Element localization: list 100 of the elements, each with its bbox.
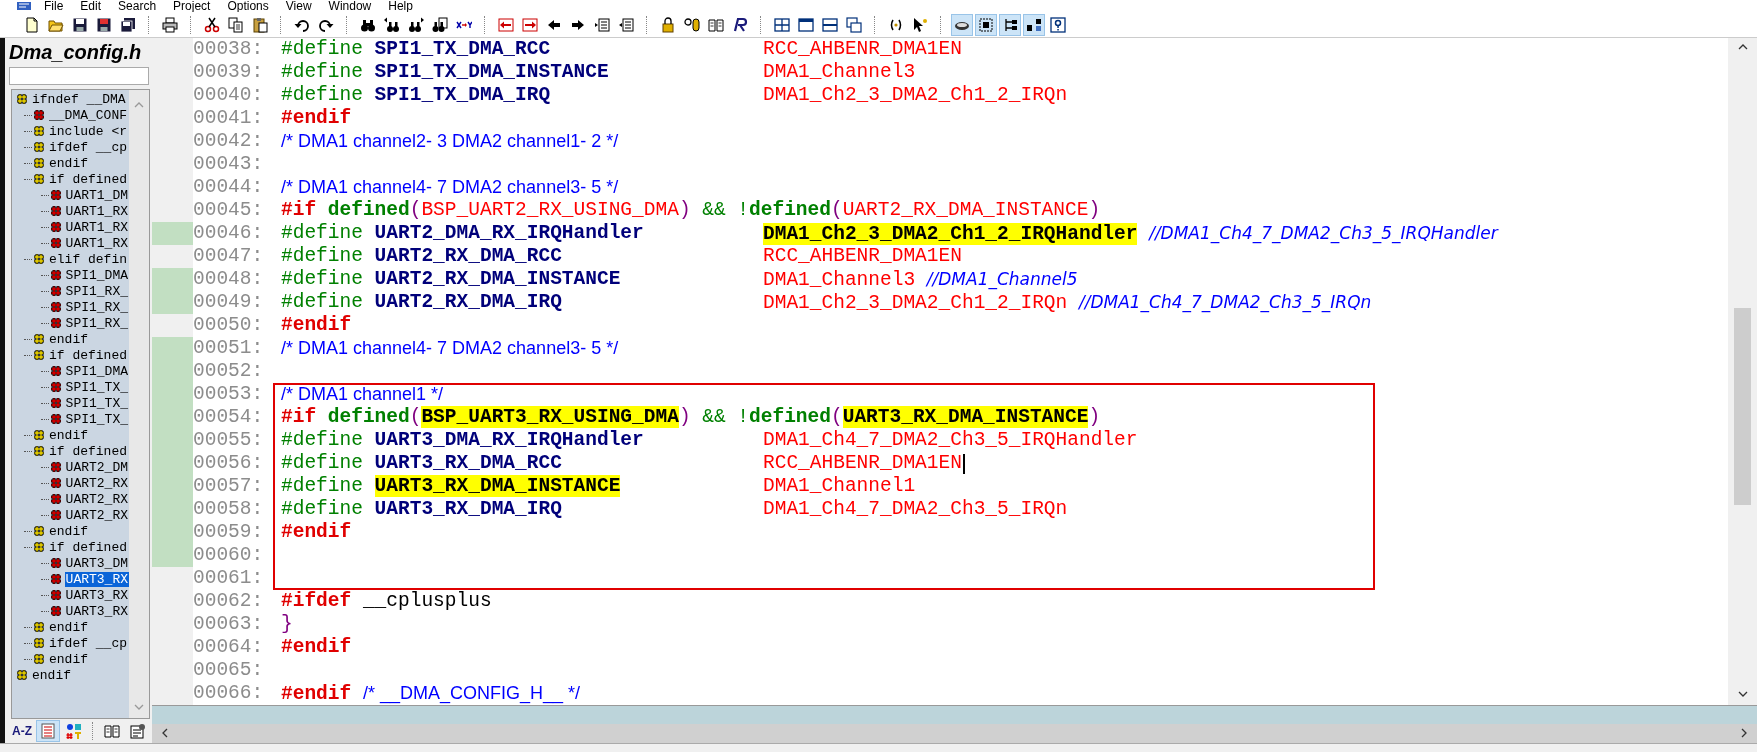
menu-item[interactable]: View xyxy=(285,0,312,12)
line-number: 00061: xyxy=(193,567,265,590)
menu-item[interactable]: Window xyxy=(328,0,372,12)
search-field[interactable] xyxy=(9,67,149,85)
tree-item[interactable]: SPI1_TX_ xyxy=(64,411,129,427)
line-number: 00052: xyxy=(193,360,265,383)
hash-icon xyxy=(49,493,62,505)
hash-icon xyxy=(49,589,62,601)
line-number: 00065: xyxy=(193,659,265,682)
tree-item[interactable]: UART3_RX xyxy=(64,587,129,603)
code-value: DMA1_Ch2_3_DMA2_Ch1_2_IRQHandler //DMA1_Ch4_7_DMA2_Ch3_5_IRQHandler xyxy=(763,221,1498,246)
tree-item[interactable]: ifndef __DMA xyxy=(31,91,127,107)
code-text: #endif xyxy=(281,521,352,543)
code-text: #define SPI1_TX_DMA_IRQ xyxy=(281,84,551,106)
tree-item[interactable]: UART3_RX xyxy=(64,603,129,619)
code-text: #define UART3_RX_DMA_INSTANCE xyxy=(281,475,621,497)
hash-icon xyxy=(33,253,45,265)
hash-icon xyxy=(33,445,45,457)
horizontal-scrollbar[interactable] xyxy=(152,723,1757,743)
tree-item[interactable]: endif xyxy=(48,651,89,667)
tree-item[interactable]: SPI1_RX_ xyxy=(64,315,129,331)
menu-item[interactable]: Project xyxy=(173,0,211,12)
tree-item[interactable]: SPI1_RX_ xyxy=(64,283,129,299)
tree-item[interactable]: endif xyxy=(48,331,89,347)
tree-item[interactable]: endif xyxy=(48,427,89,443)
tree-item[interactable]: endif xyxy=(48,523,89,539)
hash-icon xyxy=(33,541,45,553)
menu-item[interactable]: File xyxy=(44,0,64,12)
code-text: /* DMA1 channel2- 3 DMA2 channel1- 2 */ xyxy=(281,130,619,153)
code-text: /* DMA1 channel4- 7 DMA2 channel3- 5 */ xyxy=(281,337,619,360)
line-number: 00042: xyxy=(193,130,265,153)
scroll-right-icon[interactable] xyxy=(1741,728,1747,739)
line-number: 00045: xyxy=(193,199,265,222)
line-number: 00066: xyxy=(193,682,265,705)
tree-item[interactable]: UART3_RX xyxy=(64,571,129,587)
tree-item[interactable]: endif xyxy=(48,155,89,171)
scroll-thumb[interactable] xyxy=(1734,308,1751,505)
tree-item[interactable]: elif defin xyxy=(48,251,128,267)
menu-item[interactable]: Edit xyxy=(80,0,102,12)
menu-item[interactable]: Options xyxy=(227,0,269,12)
tree-item[interactable]: SPI1_RX_ xyxy=(64,299,129,315)
tree-item[interactable]: ifdef __cp xyxy=(48,139,128,155)
tree-item[interactable]: UART1_RX xyxy=(64,219,129,235)
tree-item[interactable]: if defined xyxy=(48,347,128,363)
code-value: RCC_AHBENR_DMA1EN xyxy=(763,452,962,475)
tree-item[interactable]: UART2_RX xyxy=(64,491,129,507)
tree-item[interactable]: ifdef __cp xyxy=(48,635,128,651)
tree-item[interactable]: endif xyxy=(31,667,72,683)
tree-item[interactable]: SPI1_DMA xyxy=(64,267,129,283)
line-number: 00039: xyxy=(193,61,265,84)
tree-item[interactable]: if defined xyxy=(48,171,128,187)
code-text: #if defined(BSP_UART2_RX_USING_DMA) && !defined(UART2_RX_DMA_INSTANCE) xyxy=(281,199,1101,221)
code-text: #define UART2_RX_DMA_IRQ xyxy=(281,291,562,313)
hash-icon xyxy=(33,525,45,537)
tree-item[interactable]: UART1_RX xyxy=(64,203,129,219)
tree-item[interactable]: include <r xyxy=(48,123,128,139)
tree-item[interactable]: if defined xyxy=(48,539,128,555)
scroll-up-icon[interactable] xyxy=(1737,44,1748,50)
hash-icon xyxy=(16,93,28,105)
hash-icon xyxy=(49,221,62,233)
tree-item[interactable]: UART2_DM xyxy=(64,459,129,475)
tree-item[interactable]: __DMA_CONF xyxy=(48,107,128,123)
tree-item[interactable]: endif xyxy=(48,619,89,635)
code-value: DMA1_Channel1 xyxy=(763,475,916,498)
line-number: 00056: xyxy=(193,452,265,475)
line-number: 00038: xyxy=(193,38,265,61)
hash-icon xyxy=(33,125,45,137)
code-text: #define UART3_DMA_RX_IRQHandler xyxy=(281,429,644,451)
menu-item[interactable]: Help xyxy=(388,0,413,12)
tree-item[interactable]: SPI1_DMA xyxy=(64,363,129,379)
code-text: /* DMA1 channel1 */ xyxy=(281,383,444,406)
tree-item[interactable]: SPI1_TX_ xyxy=(64,379,129,395)
menu-item[interactable]: Search xyxy=(118,0,157,12)
tree-item[interactable]: UART1_DM xyxy=(64,187,129,203)
line-number: 00055: xyxy=(193,429,265,452)
hash-icon xyxy=(49,461,62,473)
code-text: #endif xyxy=(281,107,352,129)
hash-icon xyxy=(16,669,28,681)
tree-item[interactable]: SPI1_TX_ xyxy=(64,395,129,411)
code-text: #define SPI1_TX_DMA_INSTANCE xyxy=(281,61,609,83)
scroll-left-icon[interactable] xyxy=(162,728,168,739)
code-text: #define UART2_RX_DMA_INSTANCE xyxy=(281,268,621,290)
tree-item[interactable]: if defined xyxy=(48,443,128,459)
line-number: 00043: xyxy=(193,153,265,176)
hash-icon xyxy=(49,573,62,585)
tree-item[interactable]: UART3_DM xyxy=(64,555,129,571)
hash-icon xyxy=(49,397,62,409)
tree-item[interactable]: UART2_RX xyxy=(64,507,129,523)
hash-icon xyxy=(49,381,62,393)
sort-button[interactable]: A-Z xyxy=(10,720,34,742)
vertical-scrollbar[interactable] xyxy=(1728,38,1757,705)
tree-item[interactable]: UART2_RX xyxy=(64,475,129,491)
line-number: 00048: xyxy=(193,268,265,291)
code-value: DMA1_Ch4_7_DMA2_Ch3_5_IRQHandler xyxy=(763,429,1138,452)
code-text: #endif xyxy=(281,636,352,658)
hash-icon xyxy=(33,653,45,665)
code-text: #ifdef __cplusplus xyxy=(281,590,492,612)
tree-item[interactable]: UART1_RX xyxy=(64,235,129,251)
scroll-down-icon[interactable] xyxy=(1737,691,1748,697)
code-value: RCC_AHBENR_DMA1EN xyxy=(763,38,962,61)
